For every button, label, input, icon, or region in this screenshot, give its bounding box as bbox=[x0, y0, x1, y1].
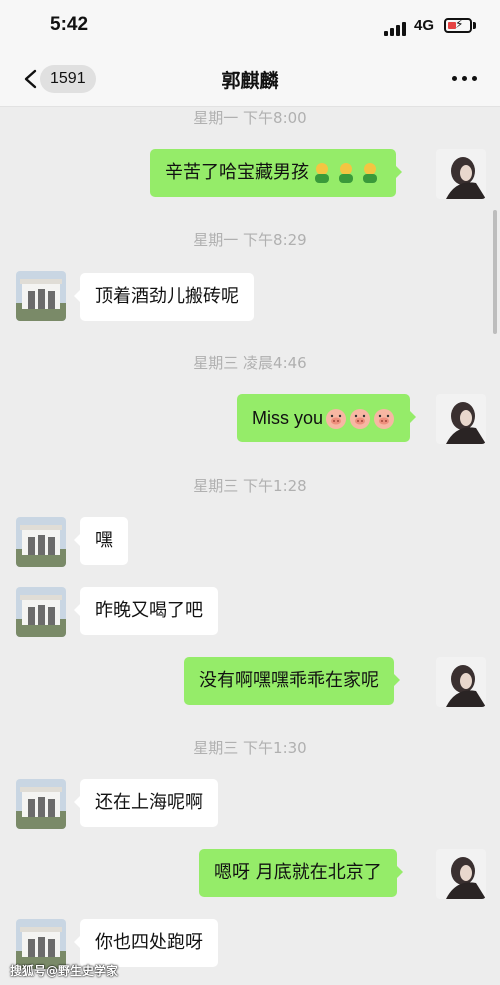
timestamp: 星期一 下午8:29 bbox=[193, 231, 307, 249]
my-avatar[interactable] bbox=[436, 394, 486, 444]
network-type: 4G bbox=[414, 17, 435, 34]
sent-message[interactable]: 嗯呀 月底就在北京了 bbox=[199, 849, 403, 897]
received-message[interactable]: 昨晚又喝了吧 bbox=[74, 587, 218, 635]
message-text: 嗯呀 月底就在北京了 bbox=[214, 862, 382, 883]
message-text: Miss you bbox=[252, 408, 324, 428]
message-text: 还在上海呢啊 bbox=[95, 792, 203, 813]
received-message[interactable]: 顶着酒劲儿搬砖呢 bbox=[74, 273, 254, 321]
person-emoji-icon bbox=[339, 163, 353, 183]
pig-emoji-icon bbox=[326, 409, 347, 429]
my-avatar[interactable] bbox=[436, 849, 486, 899]
chat-title: 郭麒麟 bbox=[221, 70, 279, 92]
watermark: 搜狐号@野生史学家 bbox=[10, 964, 119, 978]
message-text: 嘿 bbox=[95, 530, 113, 551]
chat-header: 1591 郭麒麟 bbox=[0, 52, 500, 107]
pig-emoji-icon bbox=[350, 409, 371, 429]
person-emoji-icon bbox=[363, 163, 377, 183]
contact-avatar[interactable] bbox=[16, 779, 66, 829]
message-text: 没有啊嘿嘿乖乖在家呢 bbox=[199, 670, 379, 691]
timestamp: 星期三 下午1:30 bbox=[193, 739, 307, 757]
chat-area[interactable]: 星期一 下午8:00 辛苦了哈宝藏男孩 星期一 下午8:29 顶着酒劲儿搬砖呢 … bbox=[0, 107, 500, 985]
received-message[interactable]: 你也四处跑呀 bbox=[74, 919, 218, 967]
message-text: 你也四处跑呀 bbox=[95, 932, 203, 953]
pig-emoji-icon bbox=[374, 409, 395, 429]
timestamp: 星期三 凌晨4:46 bbox=[193, 354, 307, 372]
battery-icon: ⚡ bbox=[444, 17, 472, 33]
contact-avatar[interactable] bbox=[16, 517, 66, 567]
received-message[interactable]: 还在上海呢啊 bbox=[74, 779, 218, 827]
message-text: 昨晚又喝了吧 bbox=[95, 600, 203, 621]
message-text: 顶着酒劲儿搬砖呢 bbox=[95, 286, 239, 307]
person-emoji-icon bbox=[315, 163, 329, 183]
contact-avatar[interactable] bbox=[16, 587, 66, 637]
status-time: 5:42 bbox=[50, 14, 89, 35]
more-options-icon[interactable] bbox=[452, 76, 480, 82]
contact-avatar[interactable] bbox=[16, 271, 66, 321]
scrollbar[interactable] bbox=[493, 210, 497, 334]
sent-message[interactable]: Miss you bbox=[237, 394, 417, 442]
received-message[interactable]: 嘿 bbox=[74, 517, 128, 565]
message-text: 辛苦了哈宝藏男孩 bbox=[165, 162, 309, 183]
my-avatar[interactable] bbox=[436, 149, 486, 199]
timestamp: 星期一 下午8:00 bbox=[193, 109, 307, 127]
signal-icon bbox=[384, 20, 410, 36]
status-bar: 5:42 4G ⚡ bbox=[0, 0, 500, 52]
sent-message[interactable]: 辛苦了哈宝藏男孩 bbox=[150, 149, 402, 197]
sent-message[interactable]: 没有啊嘿嘿乖乖在家呢 bbox=[184, 657, 400, 705]
battery-tip bbox=[473, 22, 476, 29]
timestamp: 星期三 下午1:28 bbox=[193, 477, 307, 495]
my-avatar[interactable] bbox=[436, 657, 486, 707]
